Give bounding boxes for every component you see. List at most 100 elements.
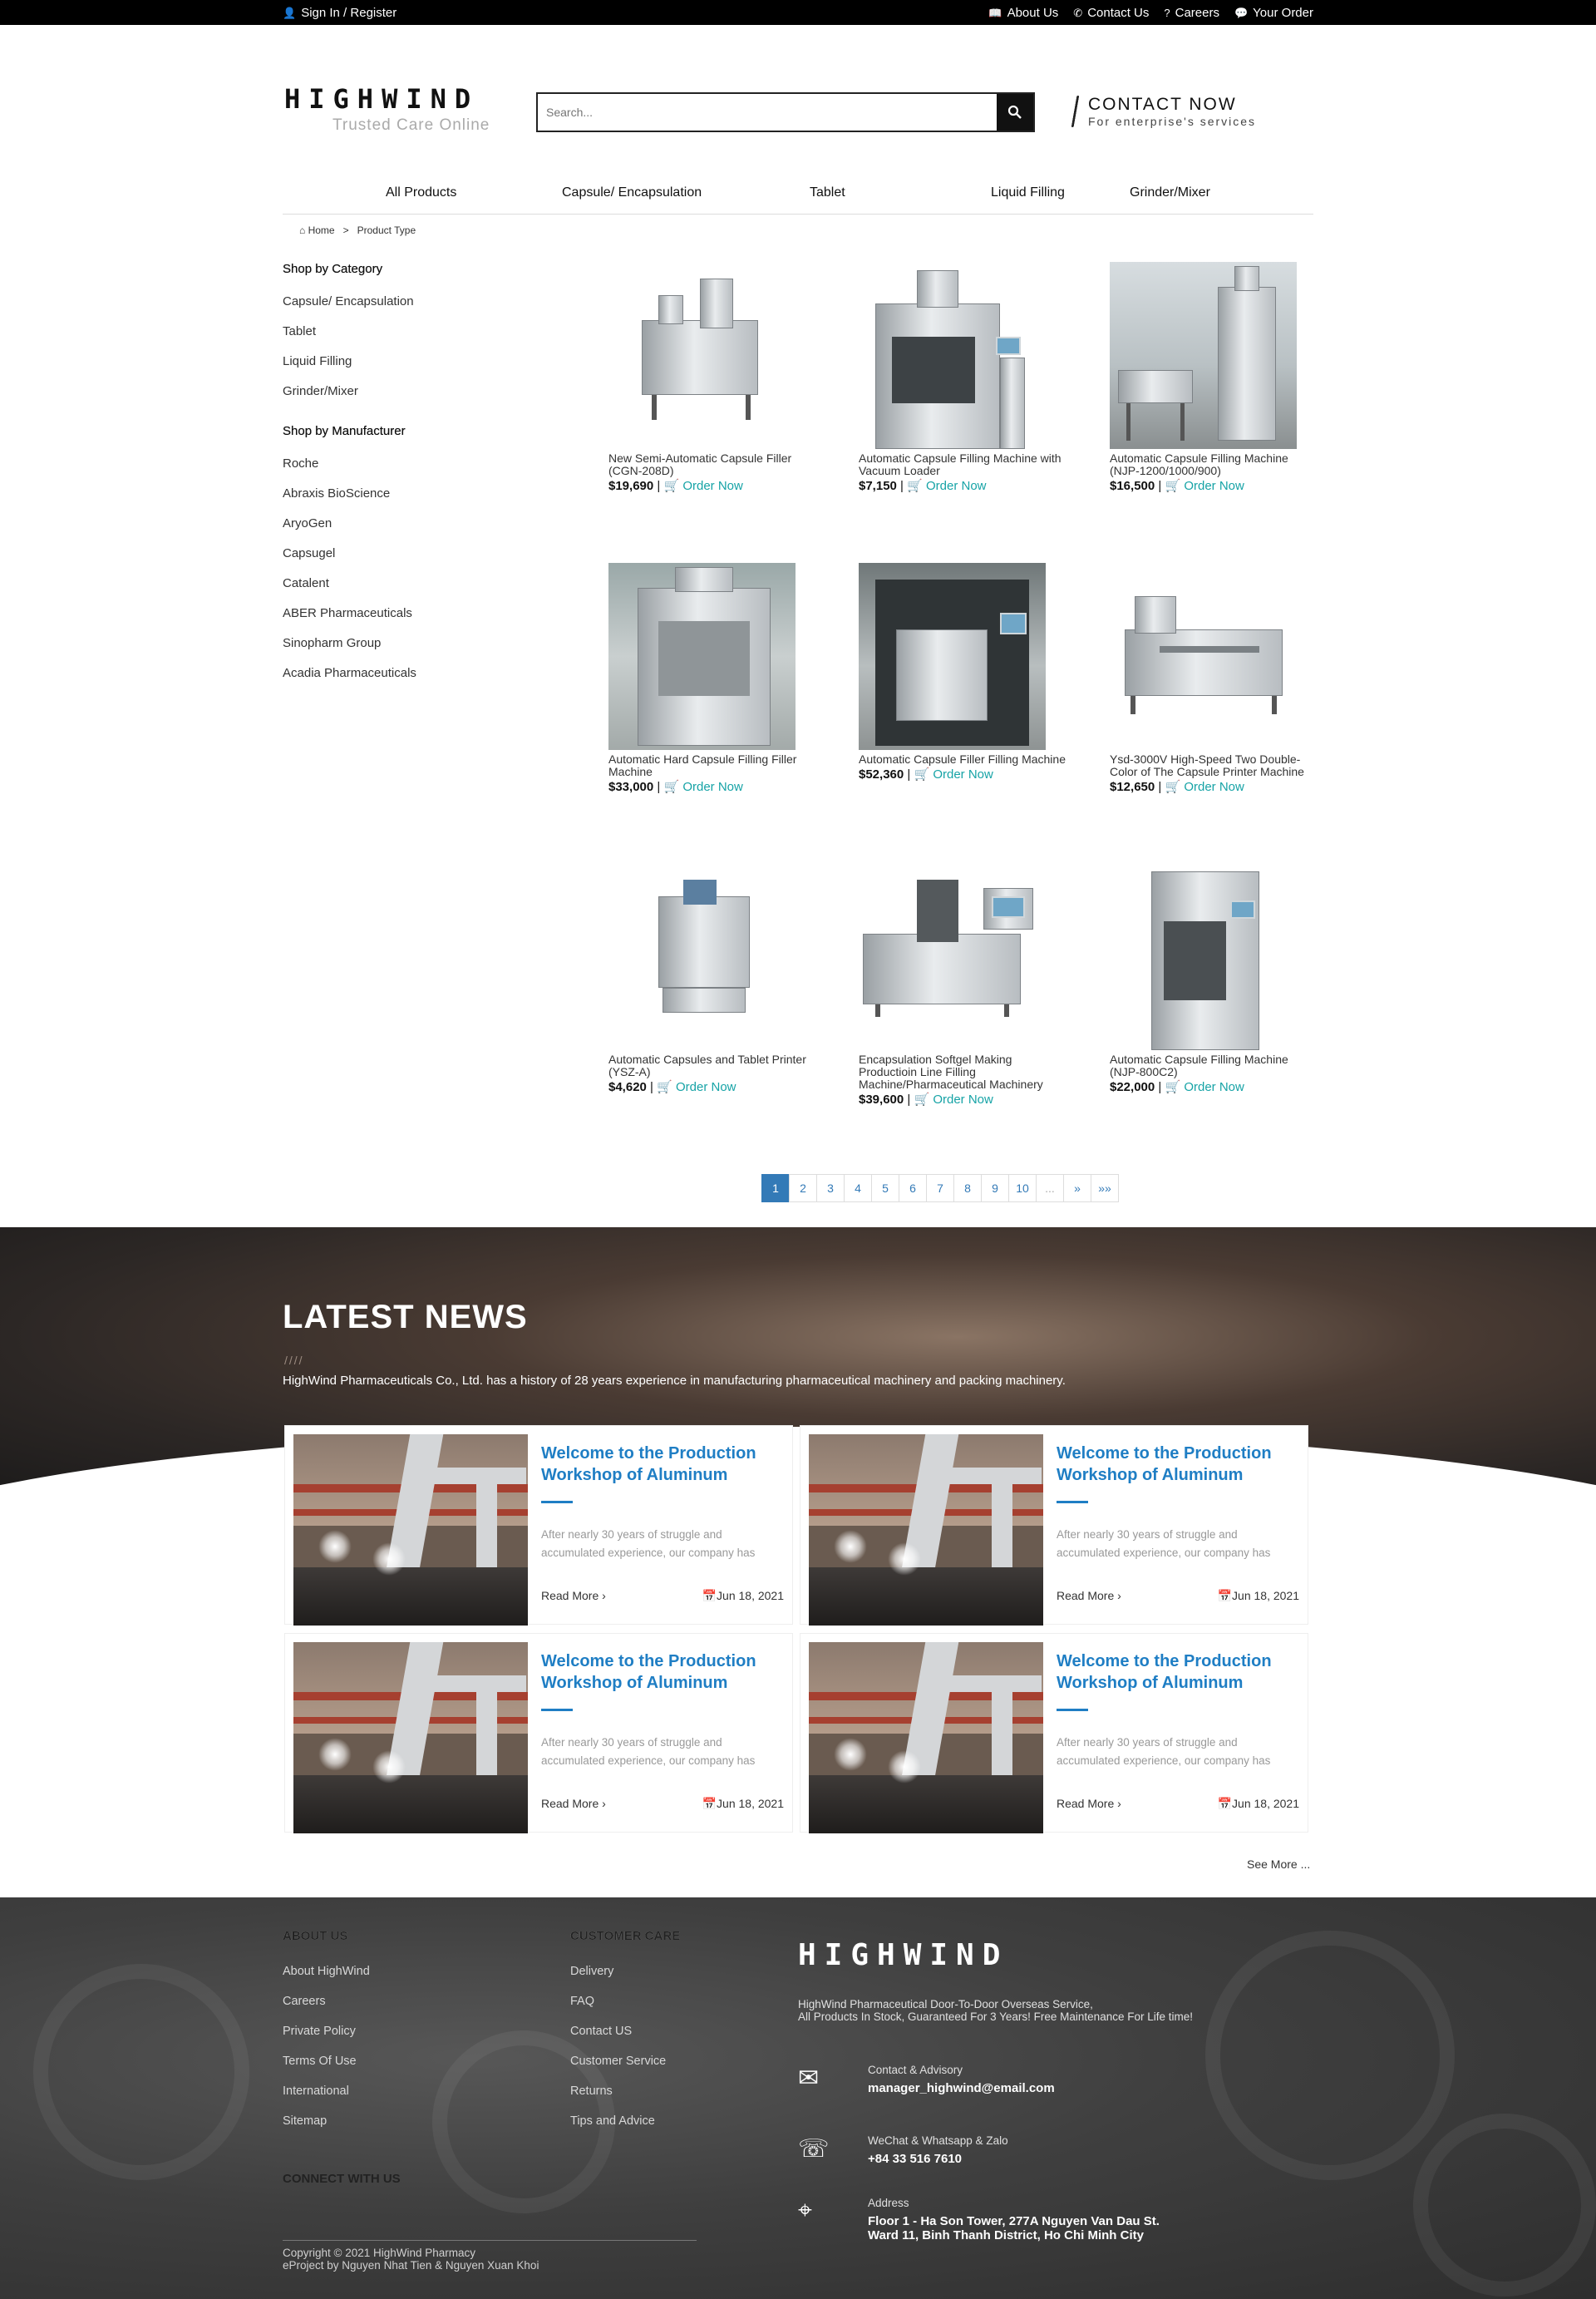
page-1[interactable]: 1: [761, 1174, 790, 1202]
product-name[interactable]: Automatic Capsule Filler Filling Machine: [859, 753, 1066, 766]
news-card[interactable]: Welcome to the Production Workshop of Al…: [800, 1425, 1308, 1626]
news-card-title[interactable]: Welcome to the Production Workshop of Al…: [1057, 1443, 1298, 1486]
order-now-button[interactable]: 🛒 Order Now: [1165, 1080, 1244, 1094]
signin-link[interactable]: 👤 Sign In / Register: [283, 6, 397, 20]
product-image[interactable]: [1110, 563, 1297, 750]
page-7[interactable]: 7: [926, 1174, 954, 1202]
product-name[interactable]: New Semi-Automatic Capsule Filler (CGN-2…: [608, 452, 816, 477]
page-3[interactable]: 3: [816, 1174, 845, 1202]
breadcrumb-home[interactable]: ⌂ Home: [299, 224, 335, 236]
product-image[interactable]: [1110, 863, 1297, 1050]
nav-tablet[interactable]: Tablet: [810, 185, 845, 200]
page-5[interactable]: 5: [871, 1174, 899, 1202]
category-tablet[interactable]: Tablet: [283, 324, 549, 354]
nav-grinder-mixer[interactable]: Grinder/Mixer: [1130, 185, 1210, 200]
page-8[interactable]: 8: [953, 1174, 982, 1202]
news-card-title[interactable]: Welcome to the Production Workshop of Al…: [541, 1443, 782, 1486]
footer-delivery[interactable]: Delivery: [570, 1965, 680, 1995]
order-now-button[interactable]: 🛒 Order Now: [1165, 479, 1244, 493]
footer-phone[interactable]: +84 33 516 7610: [868, 2152, 1008, 2166]
contact-us-link[interactable]: ✆ Contact Us: [1073, 6, 1149, 20]
product-card[interactable]: Automatic Capsule Filling Machine (NJP-8…: [1110, 863, 1318, 1094]
read-more-link[interactable]: Read More ›: [1057, 1797, 1121, 1810]
search-input[interactable]: [538, 94, 997, 131]
product-card[interactable]: Encapsulation Softgel Making Productioin…: [859, 863, 1066, 1107]
category-capsule[interactable]: Capsule/ Encapsulation: [283, 294, 549, 324]
page-last[interactable]: »»: [1091, 1174, 1119, 1202]
page-9[interactable]: 9: [981, 1174, 1009, 1202]
manufacturer-acadia[interactable]: Acadia Pharmaceuticals: [283, 666, 549, 696]
news-card[interactable]: Welcome to the Production Workshop of Al…: [284, 1425, 793, 1626]
product-image[interactable]: [608, 563, 796, 750]
order-now-button[interactable]: 🛒 Order Now: [1165, 780, 1244, 794]
news-card-title[interactable]: Welcome to the Production Workshop of Al…: [1057, 1650, 1298, 1694]
footer-careers[interactable]: Careers: [283, 1995, 370, 2025]
page-6[interactable]: 6: [899, 1174, 927, 1202]
product-name[interactable]: Automatic Capsules and Tablet Printer (Y…: [608, 1053, 816, 1078]
nav-capsule[interactable]: Capsule/ Encapsulation: [562, 185, 702, 200]
footer-private-policy[interactable]: Private Policy: [283, 2025, 370, 2055]
news-photo[interactable]: [293, 1642, 528, 1833]
footer-returns[interactable]: Returns: [570, 2084, 680, 2114]
read-more-link[interactable]: Read More ›: [1057, 1589, 1121, 1602]
product-image[interactable]: [1110, 262, 1297, 449]
manufacturer-sinopharm[interactable]: Sinopharm Group: [283, 636, 549, 666]
footer-email[interactable]: manager_highwind@email.com: [868, 2081, 1055, 2095]
footer-international[interactable]: International: [283, 2084, 370, 2114]
order-now-button[interactable]: 🛒 Order Now: [663, 479, 742, 493]
category-liquid-filling[interactable]: Liquid Filling: [283, 354, 549, 384]
nav-all-products[interactable]: All Products: [386, 185, 456, 200]
search-button[interactable]: [997, 94, 1033, 131]
manufacturer-capsugel[interactable]: Capsugel: [283, 546, 549, 576]
footer-contact-us[interactable]: Contact US: [570, 2025, 680, 2055]
product-name[interactable]: Automatic Capsule Filling Machine with V…: [859, 452, 1066, 477]
product-card[interactable]: Automatic Capsule Filling Machine with V…: [859, 262, 1066, 493]
product-image[interactable]: [859, 563, 1046, 750]
news-photo[interactable]: [809, 1434, 1043, 1626]
product-image[interactable]: [859, 863, 1046, 1050]
product-name[interactable]: Encapsulation Softgel Making Productioin…: [859, 1053, 1066, 1091]
page-next[interactable]: »: [1063, 1174, 1091, 1202]
product-card[interactable]: Automatic Capsule Filler Filling Machine…: [859, 563, 1066, 782]
category-grinder-mixer[interactable]: Grinder/Mixer: [283, 384, 549, 414]
footer-terms[interactable]: Terms Of Use: [283, 2055, 370, 2084]
product-image[interactable]: [859, 262, 1046, 449]
footer-about-highwind[interactable]: About HighWind: [283, 1965, 370, 1995]
manufacturer-abraxis[interactable]: Abraxis BioScience: [283, 486, 549, 516]
careers-link[interactable]: ? Careers: [1164, 6, 1219, 20]
contact-now[interactable]: CONTACT NOW For enterprise's services: [1071, 95, 1256, 128]
footer-faq[interactable]: FAQ: [570, 1995, 680, 2025]
see-more-link[interactable]: See More ...: [1247, 1857, 1310, 1871]
order-now-button[interactable]: 🛒 Order Now: [914, 767, 993, 782]
page-10[interactable]: 10: [1008, 1174, 1037, 1202]
news-card-title[interactable]: Welcome to the Production Workshop of Al…: [541, 1650, 782, 1694]
footer-customer-service[interactable]: Customer Service: [570, 2055, 680, 2084]
order-now-button[interactable]: 🛒 Order Now: [663, 780, 742, 794]
manufacturer-roche[interactable]: Roche: [283, 456, 549, 486]
news-photo[interactable]: [293, 1434, 528, 1626]
logo[interactable]: HIGHWIND Trusted Care Online: [284, 83, 489, 134]
about-us-link[interactable]: 📖 About Us: [988, 6, 1058, 20]
page-2[interactable]: 2: [789, 1174, 817, 1202]
footer-tips[interactable]: Tips and Advice: [570, 2114, 680, 2144]
product-name[interactable]: Automatic Hard Capsule Filling Filler Ma…: [608, 753, 816, 778]
product-name[interactable]: Ysd-3000V High-Speed Two Double-Color of…: [1110, 753, 1318, 778]
your-order-link[interactable]: 💬 Your Order: [1234, 6, 1313, 20]
order-now-button[interactable]: 🛒 Order Now: [914, 1093, 993, 1107]
manufacturer-aryogen[interactable]: AryoGen: [283, 516, 549, 546]
product-name[interactable]: Automatic Capsule Filling Machine (NJP-8…: [1110, 1053, 1318, 1078]
news-card[interactable]: Welcome to the Production Workshop of Al…: [284, 1633, 793, 1833]
news-card[interactable]: Welcome to the Production Workshop of Al…: [800, 1633, 1308, 1833]
product-name[interactable]: Automatic Capsule Filling Machine (NJP-1…: [1110, 452, 1318, 477]
product-card[interactable]: Automatic Hard Capsule Filling Filler Ma…: [608, 563, 816, 794]
footer-sitemap[interactable]: Sitemap: [283, 2114, 370, 2144]
manufacturer-catalent[interactable]: Catalent: [283, 576, 549, 606]
nav-liquid-filling[interactable]: Liquid Filling: [991, 185, 1065, 200]
product-image[interactable]: [608, 262, 796, 449]
product-card[interactable]: New Semi-Automatic Capsule Filler (CGN-2…: [608, 262, 816, 493]
order-now-button[interactable]: 🛒 Order Now: [657, 1080, 736, 1094]
news-photo[interactable]: [809, 1642, 1043, 1833]
read-more-link[interactable]: Read More ›: [541, 1797, 606, 1810]
manufacturer-aber[interactable]: ABER Pharmaceuticals: [283, 606, 549, 636]
product-image[interactable]: [608, 863, 796, 1050]
